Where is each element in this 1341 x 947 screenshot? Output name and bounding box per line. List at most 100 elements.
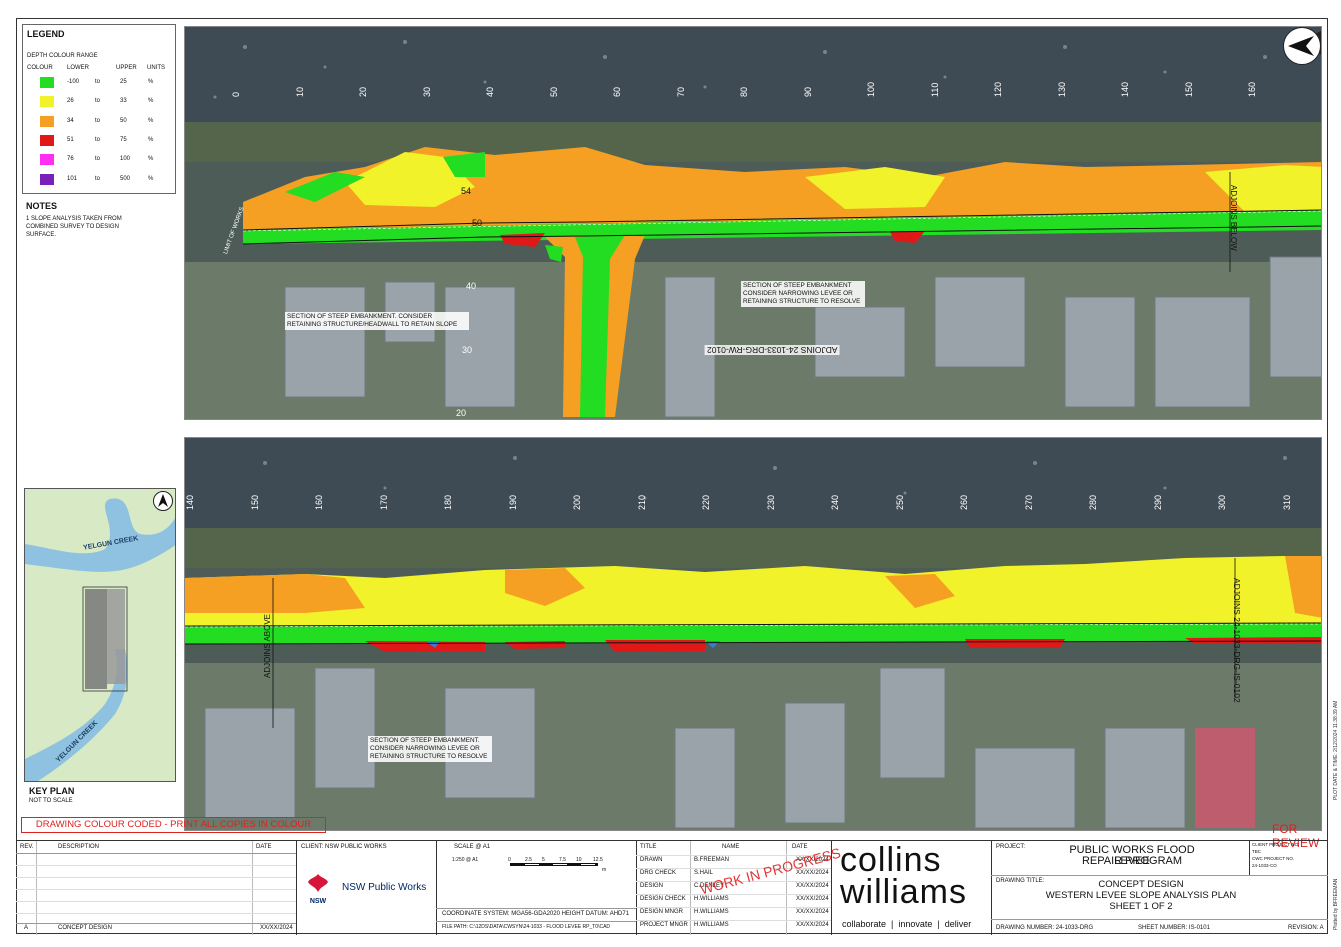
- chainage-label: 150: [1183, 81, 1194, 97]
- scale-bar: [510, 863, 598, 866]
- client-logo-text: NSW Public Works: [342, 882, 427, 893]
- scale-ratio: 1:250 @ A1: [452, 857, 479, 863]
- colour-print-note: DRAWING COLOUR CODED - PRINT ALL COPIES …: [21, 817, 326, 833]
- chainage-label: 170: [378, 494, 389, 510]
- staff-title: DESIGN MNGR: [640, 909, 684, 915]
- staff-title: PROJECT MNGR: [640, 922, 688, 928]
- legend-row: 76 to 100%: [23, 154, 177, 168]
- chainage-label: 110: [929, 82, 940, 97]
- drawing-title-2: WESTERN LEVEE SLOPE ANALYSIS PLAN: [1045, 890, 1237, 901]
- plan-panel-bottom: 140 150 160 170 180 190 200 210 220 230 240 250 260 2…: [184, 437, 1322, 831]
- legend-lower: -100: [67, 79, 80, 85]
- legend-row: 101 to 500%: [23, 173, 177, 188]
- client-project-value: TBC: [1252, 849, 1261, 854]
- legend-title: LEGEND: [27, 29, 65, 39]
- road-chainage-40: 40: [466, 281, 477, 291]
- staff-date: XX/XX/2024: [796, 896, 829, 902]
- legend-header-colour: COLOUR: [27, 65, 53, 71]
- brand-tagline: collaborate | innovate | deliver: [842, 919, 972, 929]
- legend-to: to: [95, 136, 101, 143]
- legend-subtitle: DEPTH COLOUR RANGE: [27, 53, 98, 59]
- chainage-label: 270: [1023, 494, 1034, 510]
- chainage-label: 230: [765, 494, 776, 510]
- file-path: FILE PATH: C:\12DS\DATA\CWSYN\24-1033 - …: [442, 924, 611, 930]
- chainage-label: 80: [739, 86, 749, 97]
- callout-steep-embankment-2: SECTION OF STEEP EMBANKMENT CONSIDER NAR…: [741, 281, 865, 307]
- legend-header-units: UNITS: [147, 65, 165, 71]
- drawing-title-3: SHEET 1 OF 2: [1109, 901, 1173, 912]
- chainage-label: 140: [1120, 81, 1130, 97]
- chainage-label: 70: [675, 86, 686, 97]
- rev-a-date: XX/XX/2024: [260, 925, 293, 931]
- legend-units: %: [148, 156, 154, 163]
- staff-name: H.WILLIAMS: [694, 909, 729, 915]
- scale-tick: 0: [508, 857, 511, 863]
- adjoins-road-label: ADJOINS 24-1033-DRG-RW-0102: [705, 345, 840, 355]
- legend-upper: 50: [120, 117, 127, 124]
- chainage-label: 240: [830, 494, 840, 510]
- legend-upper: 100: [120, 156, 131, 163]
- legend-swatch: [40, 96, 54, 108]
- chainage-label: 160: [1247, 81, 1257, 97]
- callout-steep-embankment-3: SECTION OF STEEP EMBANKMENT. CONSIDER NA…: [368, 736, 492, 762]
- chainage-label: 290: [1152, 494, 1163, 510]
- chainage-label: 260: [959, 494, 969, 510]
- legend-to: to: [95, 98, 101, 105]
- staff-name: S.HAIL: [694, 870, 714, 876]
- legend-lower: 76: [67, 156, 74, 163]
- legend-upper: 75: [120, 136, 127, 143]
- chainage-label: 280: [1088, 494, 1098, 510]
- legend-to: to: [95, 175, 101, 182]
- note-item: 1 SLOPE ANALYSIS TAKEN FROM COMBINED SUR…: [26, 216, 122, 238]
- adjoins-next-sheet-label: ADJOINS 24-1033-DRG-IS-0102: [1232, 578, 1242, 703]
- staff-date: XX/XX/2024: [796, 883, 829, 889]
- chainage-label: 130: [1056, 81, 1067, 97]
- road-chainage-20: 20: [456, 408, 467, 418]
- staff-name-header: NAME: [722, 844, 740, 850]
- creek-water: [185, 27, 1321, 122]
- chainage-label: 150: [249, 494, 260, 510]
- road-chainage-30: 30: [462, 345, 473, 355]
- staff-title: DRAWN: [640, 857, 663, 863]
- legend-row: 34 to 50%: [23, 115, 177, 130]
- legend-upper: 33: [120, 98, 127, 105]
- legend-units: %: [148, 79, 154, 85]
- scale-tick: 5: [542, 857, 545, 863]
- staff-date: XX/XX/2024: [796, 922, 829, 928]
- chainage-label: 60: [612, 86, 622, 97]
- key-plan-map: [25, 498, 175, 781]
- chainage-label: 220: [701, 494, 711, 510]
- drawing-title-1: CONCEPT DESIGN: [1098, 879, 1184, 890]
- description-header: DESCRIPTION: [58, 844, 100, 850]
- legend-to: to: [95, 117, 101, 124]
- road-chainage-50: 50: [472, 218, 483, 228]
- legend-upper: 25: [120, 79, 127, 85]
- road-chainage-54: 54: [461, 186, 472, 196]
- aerial-map-top: [185, 27, 1321, 419]
- client-label: CLIENT: NSW PUBLIC WORKS: [301, 844, 387, 850]
- chainage-label: 250: [894, 494, 905, 510]
- legend-units: %: [148, 117, 154, 124]
- legend-header-upper: UPPER: [116, 65, 137, 71]
- key-plan-north-icon: [153, 491, 173, 511]
- scale-label: SCALE @ A1: [454, 844, 491, 850]
- staff-name: H.WILLIAMS: [694, 896, 729, 902]
- scale-tick: 7.5: [559, 857, 566, 863]
- chainage-label: 30: [421, 86, 432, 97]
- legend-units: %: [148, 136, 154, 143]
- scale-tick: 10: [576, 857, 582, 863]
- legend-swatch: [40, 154, 54, 166]
- chainage-label: 0: [231, 91, 241, 97]
- chainage-label: 140: [185, 494, 195, 510]
- chainage-label: 100: [866, 81, 876, 97]
- key-plan-subtitle: NOT TO SCALE: [29, 798, 73, 804]
- legend-swatch: [40, 77, 54, 88]
- plan-panel-top: 0 10 20 30 40 50 60 70 80 90 100 110 120 130 140 150 160…: [184, 26, 1322, 420]
- brand-name-line-2: williams: [840, 873, 967, 911]
- staff-title-header: TITLE: [640, 844, 657, 850]
- notes: NOTES 1 SLOPE ANALYSIS TAKEN FROM COMBIN…: [26, 201, 176, 239]
- staff-title: DRG CHECK: [640, 870, 677, 876]
- legend-to: to: [95, 79, 101, 85]
- aerial-map-bottom: [185, 438, 1321, 830]
- revision: REVISION: A: [1288, 925, 1324, 931]
